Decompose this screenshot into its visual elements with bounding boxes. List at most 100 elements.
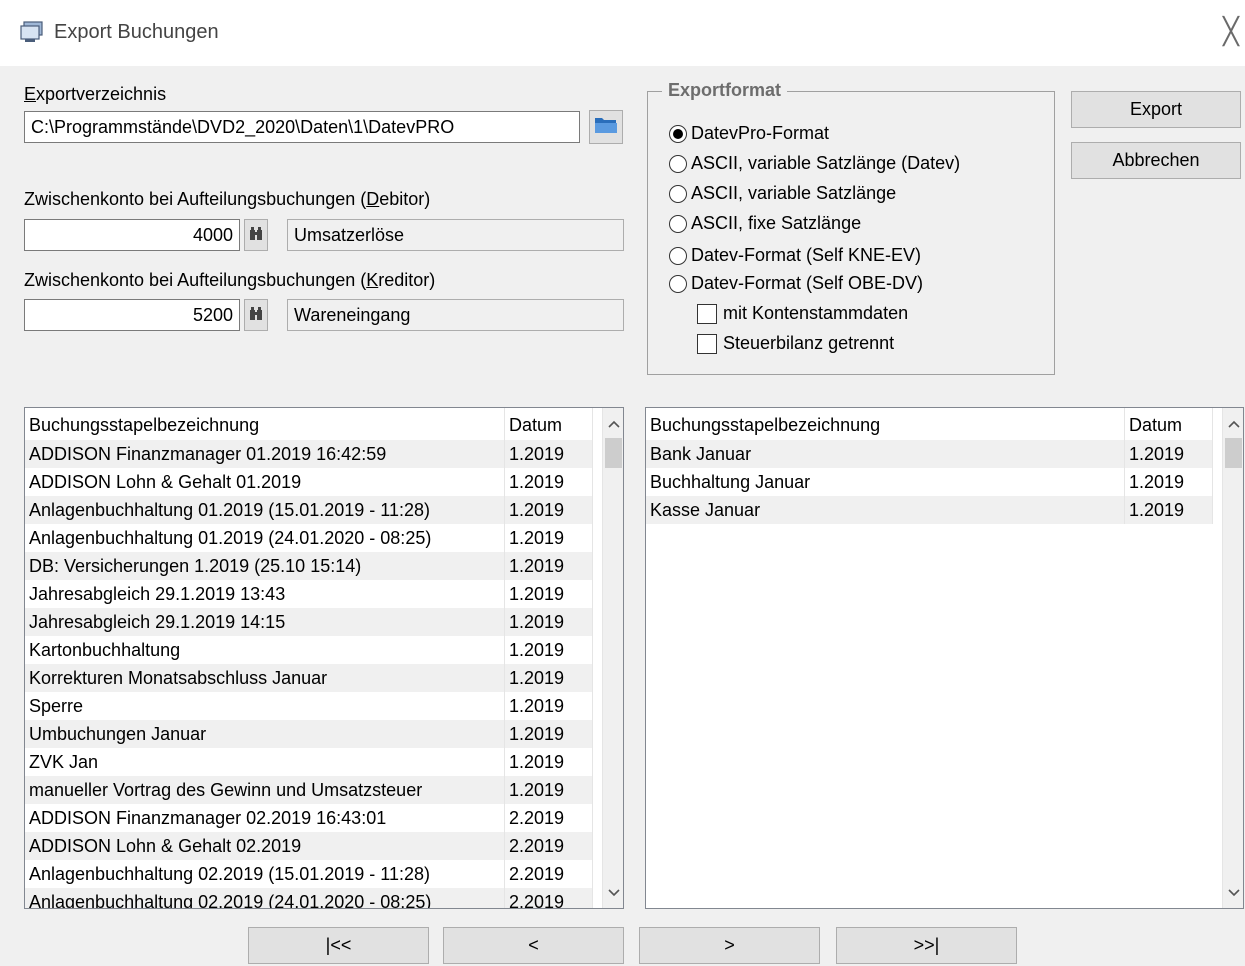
radio-icon	[669, 184, 687, 203]
checkbox-kontenstammdaten[interactable]: mit Kontenstammdaten	[697, 303, 908, 324]
batch-name: Korrekturen Monatsabschluss Januar	[25, 664, 505, 692]
list-item[interactable]: Anlagenbuchhaltung 01.2019 (24.01.2020 -…	[25, 524, 593, 552]
batch-name: Jahresabgleich 29.1.2019 14:15	[25, 608, 505, 636]
column-header-datum[interactable]: Datum	[505, 408, 593, 440]
left-list-header: Buchungsstapelbezeichnung Datum	[25, 408, 593, 441]
close-icon[interactable]: ╳	[1216, 14, 1245, 48]
radio-icon	[669, 246, 687, 265]
debitor-account-input[interactable]: 4000	[24, 219, 240, 251]
kreditor-account-name: Wareneingang	[287, 299, 624, 331]
list-item[interactable]: ADDISON Lohn & Gehalt 02.2019 2.2019	[25, 832, 593, 860]
batch-name: ADDISON Finanzmanager 02.2019 16:43:01	[25, 804, 505, 832]
batch-date: 1.2019	[505, 552, 593, 580]
checkbox-steuerbilanz[interactable]: Steuerbilanz getrennt	[697, 333, 894, 354]
batch-date: 1.2019	[505, 608, 593, 636]
export-button[interactable]: Export	[1071, 91, 1241, 128]
batch-date: 2.2019	[505, 832, 593, 860]
list-item[interactable]: manueller Vortrag des Gewinn und Umsatzs…	[25, 776, 593, 804]
list-item[interactable]: Korrekturen Monatsabschluss Januar 1.2019	[25, 664, 593, 692]
list-item[interactable]: ADDISON Finanzmanager 01.2019 16:42:59 1.…	[25, 440, 593, 468]
batch-date: 1.2019	[505, 440, 593, 468]
radio-icon	[669, 154, 687, 173]
format-option-ascii-fix[interactable]: ASCII, fixe Satzlänge	[669, 213, 861, 234]
batch-date: 1.2019	[1125, 496, 1213, 524]
list-item[interactable]: ADDISON Lohn & Gehalt 01.2019 1.2019	[25, 468, 593, 496]
batch-name: Jahresabgleich 29.1.2019 13:43	[25, 580, 505, 608]
batch-name: Anlagenbuchhaltung 02.2019 (24.01.2020 -…	[25, 888, 505, 908]
format-option-datevpro[interactable]: DatevPro-Format	[669, 123, 829, 144]
batch-date: 1.2019	[505, 496, 593, 524]
batch-date: 1.2019	[505, 524, 593, 552]
radio-icon	[669, 214, 687, 233]
batch-date: 2.2019	[505, 888, 593, 908]
list-item[interactable]: Buchhaltung Januar 1.2019	[646, 468, 1213, 496]
batch-name: Umbuchungen Januar	[25, 720, 505, 748]
batch-date: 1.2019	[505, 776, 593, 804]
batch-date: 2.2019	[505, 860, 593, 888]
batch-date: 1.2019	[505, 692, 593, 720]
browse-folder-button[interactable]	[589, 110, 623, 144]
batch-name: Bank Januar	[646, 440, 1125, 468]
list-item[interactable]: ADDISON Finanzmanager 02.2019 16:43:01 2.…	[25, 804, 593, 832]
right-batch-list[interactable]: Buchungsstapelbezeichnung Datum Bank Jan…	[645, 407, 1244, 909]
list-item[interactable]: Jahresabgleich 29.1.2019 13:43 1.2019	[25, 580, 593, 608]
list-item[interactable]: Anlagenbuchhaltung 02.2019 (24.01.2020 -…	[25, 888, 593, 908]
scroll-up-icon[interactable]	[603, 412, 623, 436]
left-list-rows: ADDISON Finanzmanager 01.2019 16:42:59 1.…	[25, 440, 593, 908]
batch-name: Kartonbuchhaltung	[25, 636, 505, 664]
column-header-datum[interactable]: Datum	[1125, 408, 1213, 440]
list-item[interactable]: Kartonbuchhaltung 1.2019	[25, 636, 593, 664]
left-scroll-thumb[interactable]	[605, 438, 622, 468]
debitor-label: Zwischenkonto bei Aufteilungsbuchungen (…	[24, 189, 431, 209]
scroll-down-icon[interactable]	[603, 881, 623, 905]
format-option-datev-kne[interactable]: Datev-Format (Self KNE-EV)	[669, 245, 921, 266]
checkbox-icon	[697, 333, 717, 354]
left-batch-list[interactable]: Buchungsstapelbezeichnung Datum ADDISON …	[24, 407, 624, 909]
kreditor-label: Zwischenkonto bei Aufteilungsbuchungen (…	[24, 270, 436, 290]
debitor-lookup-button[interactable]	[244, 219, 268, 251]
column-header-bezeichnung[interactable]: Buchungsstapelbezeichnung	[25, 408, 505, 440]
batch-date: 1.2019	[505, 720, 593, 748]
batch-name: Anlagenbuchhaltung 02.2019 (15.01.2019 -…	[25, 860, 505, 888]
left-list-scrollbar[interactable]	[602, 408, 623, 908]
scroll-up-icon[interactable]	[1223, 412, 1243, 436]
batch-name: ZVK Jan	[25, 748, 505, 776]
list-item[interactable]: Jahresabgleich 29.1.2019 14:15 1.2019	[25, 608, 593, 636]
binoculars-icon	[249, 225, 263, 246]
batch-name: DB: Versicherungen 1.2019 (25.10 15:14)	[25, 552, 505, 580]
format-option-datev-obe[interactable]: Datev-Format (Self OBE-DV)	[669, 273, 923, 294]
format-option-ascii-var-datev[interactable]: ASCII, variable Satzlänge (Datev)	[669, 153, 960, 174]
list-item[interactable]: Bank Januar 1.2019	[646, 440, 1213, 468]
list-item[interactable]: Kasse Januar 1.2019	[646, 496, 1213, 524]
cancel-button[interactable]: Abbrechen	[1071, 142, 1241, 179]
folder-open-icon	[594, 115, 618, 140]
batch-name: Anlagenbuchhaltung 01.2019 (15.01.2019 -…	[25, 496, 505, 524]
batch-name: Kasse Januar	[646, 496, 1125, 524]
list-item[interactable]: DB: Versicherungen 1.2019 (25.10 15:14) 1…	[25, 552, 593, 580]
kreditor-lookup-button[interactable]	[244, 299, 268, 331]
column-header-bezeichnung[interactable]: Buchungsstapelbezeichnung	[646, 408, 1125, 440]
list-item[interactable]: Umbuchungen Januar 1.2019	[25, 720, 593, 748]
move-right-button[interactable]: >	[639, 927, 820, 964]
list-item[interactable]: ZVK Jan 1.2019	[25, 748, 593, 776]
radio-icon	[669, 274, 687, 293]
move-left-button[interactable]: <	[443, 927, 624, 964]
batch-date: 1.2019	[505, 636, 593, 664]
batch-date: 1.2019	[1125, 468, 1213, 496]
format-option-ascii-var[interactable]: ASCII, variable Satzlänge	[669, 183, 896, 204]
kreditor-account-input[interactable]: 5200	[24, 299, 240, 331]
list-item[interactable]: Anlagenbuchhaltung 01.2019 (15.01.2019 -…	[25, 496, 593, 524]
right-scroll-thumb[interactable]	[1225, 438, 1242, 468]
scroll-down-icon[interactable]	[1223, 881, 1243, 905]
list-item[interactable]: Anlagenbuchhaltung 02.2019 (15.01.2019 -…	[25, 860, 593, 888]
export-dir-input[interactable]: C:\Programmstände\DVD2_2020\Daten\1\Date…	[24, 111, 580, 143]
right-list-scrollbar[interactable]	[1222, 408, 1243, 908]
binoculars-icon	[249, 305, 263, 326]
move-all-left-button[interactable]: |<<	[248, 927, 429, 964]
list-item[interactable]: Sperre 1.2019	[25, 692, 593, 720]
batch-name: Anlagenbuchhaltung 01.2019 (24.01.2020 -…	[25, 524, 505, 552]
batch-name: ADDISON Lohn & Gehalt 01.2019	[25, 468, 505, 496]
batch-date: 1.2019	[505, 468, 593, 496]
batch-date: 2.2019	[505, 804, 593, 832]
move-all-right-button[interactable]: >>|	[836, 927, 1017, 964]
